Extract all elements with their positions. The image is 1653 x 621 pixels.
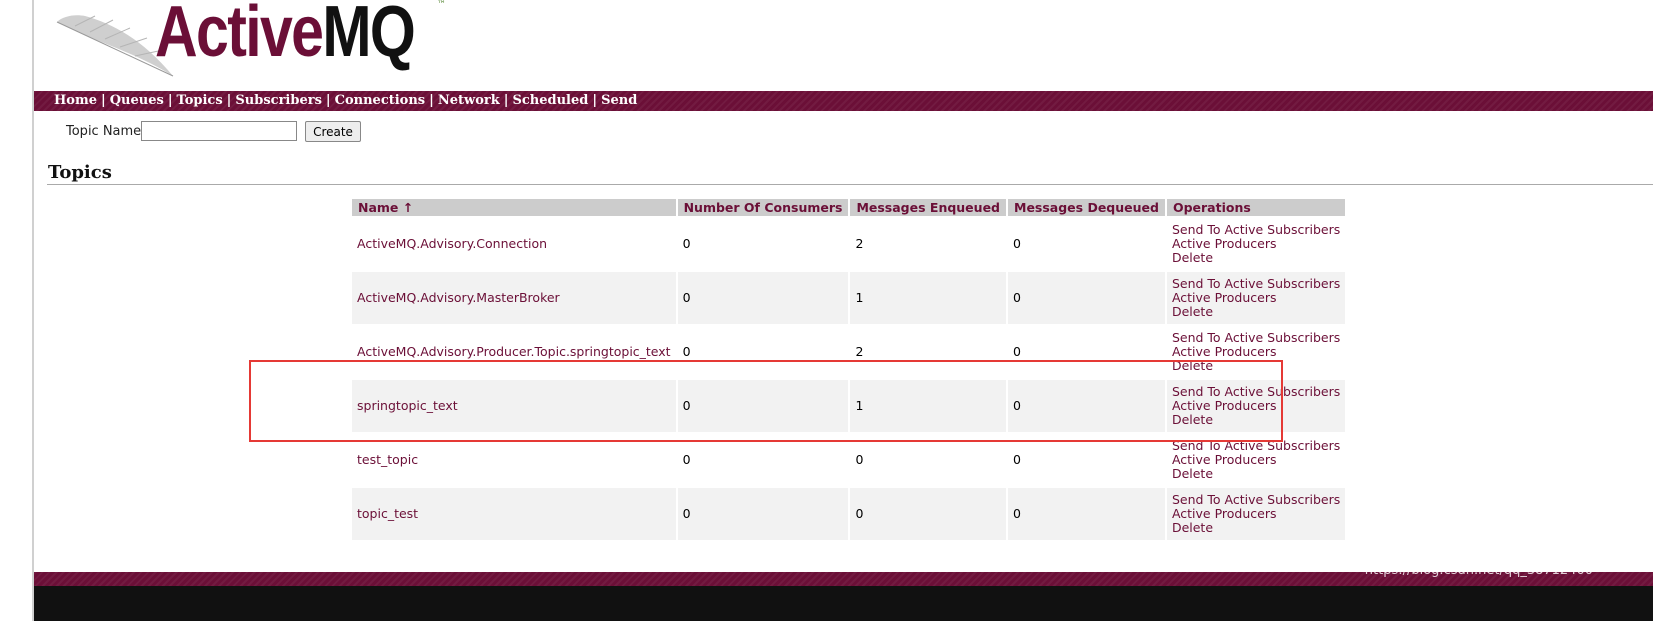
- activemq-logo[interactable]: ActiveMQ: [55, 0, 435, 90]
- nav-scheduled[interactable]: Scheduled: [512, 93, 588, 108]
- topic-name-cell: topic_test: [352, 488, 676, 540]
- nav-send[interactable]: Send: [601, 93, 637, 108]
- topic-link[interactable]: ActiveMQ.Advisory.MasterBroker: [357, 290, 560, 305]
- active-producers-link[interactable]: Active Producers: [1172, 237, 1340, 251]
- header-enqueued[interactable]: Messages Enqueued: [850, 199, 1006, 216]
- watermark-text: https://blog.csdn.net/qq_38712400: [1364, 563, 1593, 578]
- topic-link[interactable]: topic_test: [357, 506, 418, 521]
- topic-link[interactable]: ActiveMQ.Advisory.Producer.Topic.springt…: [357, 344, 671, 359]
- nav-bar: Home | Queues | Topics | Subscribers | Connectio…: [34, 91, 1653, 111]
- consumers-cell: 0: [677, 218, 849, 270]
- send-to-active-subscribers-link[interactable]: Send To Active Subscribers: [1172, 493, 1340, 507]
- send-to-active-subscribers-link[interactable]: Send To Active Subscribers: [1172, 331, 1340, 345]
- table-row: ActiveMQ.Advisory.Connection 0 2 0 Send …: [352, 218, 1346, 270]
- active-producers-link[interactable]: Active Producers: [1172, 507, 1340, 521]
- header-name[interactable]: Name ↑: [352, 199, 676, 216]
- nav-connections[interactable]: Connections: [335, 93, 426, 108]
- nav-queues[interactable]: Queues: [110, 93, 164, 108]
- header-consumers[interactable]: Number Of Consumers: [677, 199, 849, 216]
- nav-topics[interactable]: Topics: [177, 93, 223, 108]
- topic-link[interactable]: test_topic: [357, 452, 418, 467]
- table-row: ActiveMQ.Advisory.MasterBroker 0 1 0 Sen…: [352, 272, 1346, 324]
- send-to-active-subscribers-link[interactable]: Send To Active Subscribers: [1172, 277, 1340, 291]
- send-to-active-subscribers-link[interactable]: Send To Active Subscribers: [1172, 223, 1340, 237]
- create-button[interactable]: Create: [305, 121, 361, 142]
- topic-link[interactable]: ActiveMQ.Advisory.Connection: [357, 236, 547, 251]
- header-dequeued[interactable]: Messages Dequeued: [1008, 199, 1165, 216]
- operations-cell: Send To Active Subscribers Active Produc…: [1166, 218, 1346, 270]
- operations-cell: Send To Active Subscribers Active Produc…: [1166, 272, 1346, 324]
- header-operations: Operations: [1166, 199, 1346, 216]
- operations-cell: Send To Active Subscribers Active Produc…: [1166, 488, 1346, 540]
- delete-link[interactable]: Delete: [1172, 251, 1340, 265]
- nav-subscribers[interactable]: Subscribers: [235, 93, 321, 108]
- table-row: topic_test 0 0 0 Send To Active Subscrib…: [352, 488, 1346, 540]
- highlight-annotation-box: [249, 360, 1283, 442]
- delete-link[interactable]: Delete: [1172, 467, 1340, 481]
- enqueued-cell: 1: [850, 272, 1006, 324]
- topic-name-cell: ActiveMQ.Advisory.Connection: [352, 218, 676, 270]
- dequeued-cell: 0: [1008, 488, 1165, 540]
- title-divider: [47, 184, 1653, 185]
- nav-links: Home | Queues | Topics | Subscribers | Connectio…: [54, 93, 638, 108]
- topic-name-input[interactable]: [141, 121, 297, 141]
- nav-home[interactable]: Home: [54, 93, 97, 108]
- topic-name-label: Topic Name: [66, 124, 142, 139]
- consumers-cell: 0: [677, 488, 849, 540]
- footer-dark-strip: [34, 586, 1653, 621]
- dequeued-cell: 0: [1008, 218, 1165, 270]
- table-header-row: Name ↑ Number Of Consumers Messages Enqu…: [352, 199, 1346, 216]
- enqueued-cell: 2: [850, 218, 1006, 270]
- nav-network[interactable]: Network: [438, 93, 500, 108]
- delete-link[interactable]: Delete: [1172, 521, 1340, 535]
- page-title: Topics: [48, 162, 112, 183]
- dequeued-cell: 0: [1008, 272, 1165, 324]
- logo-text: ActiveMQ: [155, 0, 416, 72]
- delete-link[interactable]: Delete: [1172, 305, 1340, 319]
- consumers-cell: 0: [677, 272, 849, 324]
- active-producers-link[interactable]: Active Producers: [1172, 291, 1340, 305]
- enqueued-cell: 0: [850, 488, 1006, 540]
- trademark: ™: [437, 0, 446, 10]
- active-producers-link[interactable]: Active Producers: [1172, 345, 1340, 359]
- active-producers-link[interactable]: Active Producers: [1172, 453, 1340, 467]
- topic-name-cell: ActiveMQ.Advisory.MasterBroker: [352, 272, 676, 324]
